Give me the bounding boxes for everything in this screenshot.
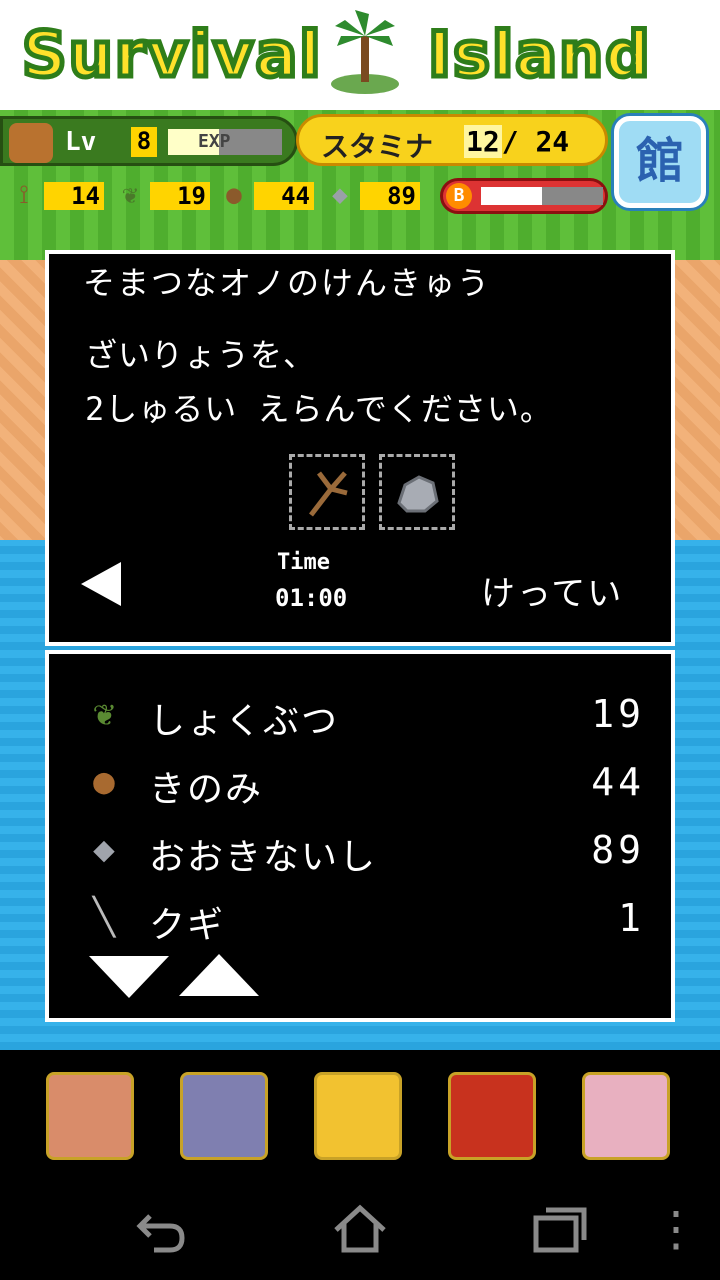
stone-icon: ◆ [93,829,115,870]
message-line-2: 2しゅるい えらんでください。 [85,390,553,428]
b-coin-icon: B [446,183,472,209]
material-row[interactable]: ╲ クギ 1 [79,890,645,946]
ad-game-5-icon[interactable] [582,1072,670,1160]
level-label: Lv [65,127,97,157]
ad-bar [0,1050,720,1176]
level-panel: Lv 8 EXP [0,116,298,166]
branch-icon: ⟟ [19,180,29,210]
material-row[interactable]: ◆ おおきないし 89 [79,822,645,878]
stamina-value: 12/ 24 [464,125,570,158]
menu-dots-icon[interactable]: ⋮ [652,1204,700,1254]
stone-icon: ◆ [332,180,348,210]
exp-label: EXP [198,131,231,152]
material-row[interactable]: ● きのみ 44 [79,754,645,810]
ad-game-2-icon[interactable] [180,1072,268,1160]
dialog-message: ざいりょうを、 2しゅるい えらんでください。 [85,328,553,436]
ad-game-4-icon[interactable] [448,1072,536,1160]
scroll-up-button[interactable] [179,954,259,996]
dialog-title: そまつなオノのけんきゅう [83,264,492,302]
resource-count: 44 [254,182,314,210]
palm-tree-icon [331,10,399,94]
resource-count: 19 [150,182,210,210]
branch-icon [309,471,348,517]
stamina-current: 12 [464,125,502,158]
player-avatar[interactable] [9,123,53,163]
material-row[interactable]: ❦ しょくぶつ 19 [79,686,645,742]
research-dialog: そまつなオノのけんきゅう ざいりょうを、 2しゅるい えらんでください。 Tim… [45,250,675,646]
material-count: 19 [591,692,645,736]
scroll-down-button[interactable] [89,956,169,998]
encyclopedia-button[interactable]: 館 [614,116,706,208]
bonus-fill [481,187,542,205]
bonus-bar: B [440,178,608,214]
nail-icon: ╲ [93,897,115,938]
time-value: 01:00 [275,584,348,612]
android-nav-bar: ⋮ [0,1176,720,1280]
nut-icon: ● [93,761,115,802]
logo-left-text: Survival [20,16,324,94]
material-name: クギ [149,905,226,946]
material-count: 44 [591,760,645,804]
material-name: きのみ [149,769,264,810]
exp-bar: EXP [168,129,282,155]
material-name: しょくぶつ [149,701,340,742]
ad-game-1-icon[interactable] [46,1072,134,1160]
stamina-max: 24 [535,125,570,158]
ad-game-3-icon[interactable] [314,1072,402,1160]
confirm-button[interactable]: けってい [481,566,623,615]
stamina-label: スタミナ [321,130,434,163]
back-nav-icon[interactable] [130,1204,190,1254]
time-label: Time [277,550,330,575]
material-slot-1[interactable] [289,454,365,530]
message-line-1: ざいりょうを、 [85,336,317,374]
logo-right-text: Island [426,16,653,94]
stone-icon [397,475,439,513]
leaf-icon: ❦ [122,180,138,210]
level-value: 8 [131,127,157,157]
resource-count: 89 [360,182,420,210]
stamina-panel: スタミナ 12/ 24 [296,114,608,166]
game-logo: Survival Island [0,0,720,110]
game-scene: Survival Island Lv 8 EXP スタミナ 12/ 24 館 ⟟… [0,0,720,1050]
material-list-panel: ❦ しょくぶつ 19 ● きのみ 44 ◆ おおきないし 89 ╲ クギ 1 [45,650,675,1022]
resource-count: 14 [44,182,104,210]
home-nav-icon[interactable] [330,1204,390,1254]
material-name: おおきないし [149,837,378,878]
leaf-icon: ❦ [93,693,115,734]
material-count: 1 [618,896,645,940]
nut-icon: ● [226,180,242,210]
back-arrow-button[interactable] [81,562,121,606]
bonus-track [481,187,603,205]
material-count: 89 [591,828,645,872]
material-slot-2[interactable] [379,454,455,530]
recent-apps-nav-icon[interactable] [530,1204,590,1254]
